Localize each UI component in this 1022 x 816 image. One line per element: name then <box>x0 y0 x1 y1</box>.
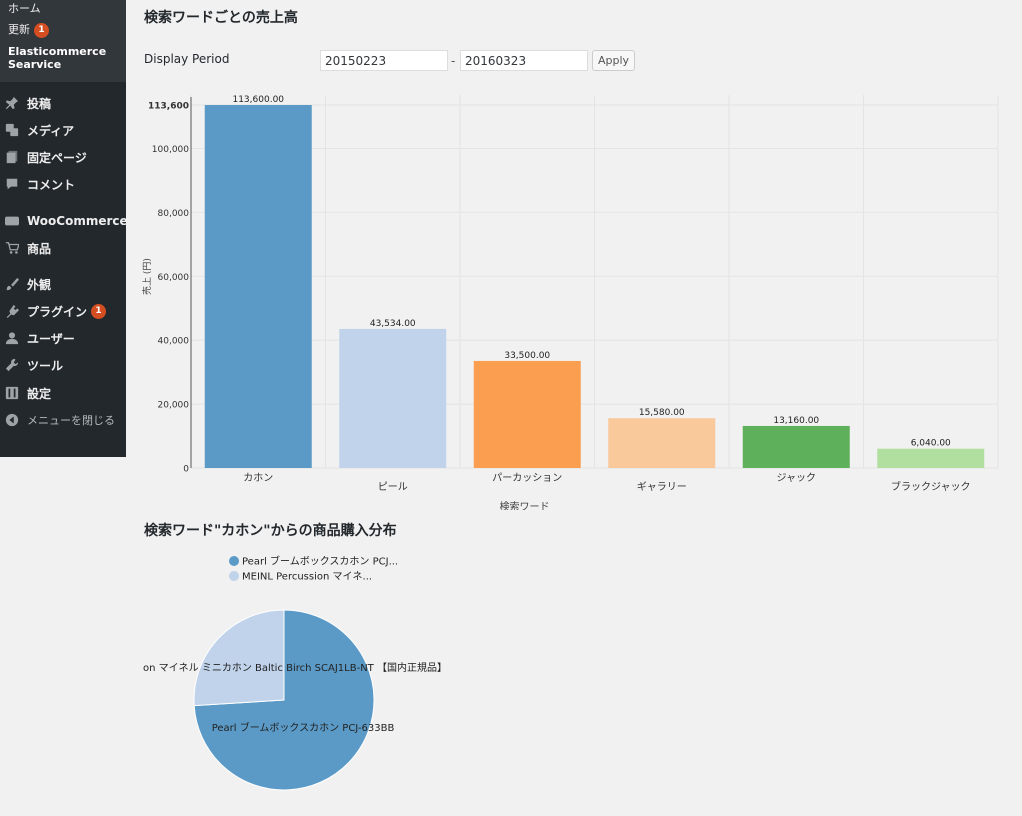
plugin-menu-title[interactable]: Elasticommerce Searvice <box>8 45 123 71</box>
apply-button[interactable]: Apply <box>592 50 635 71</box>
user-icon <box>5 331 19 345</box>
pie-slice-label: Pearl ブームボックスカホン PCJ-633BB <box>212 721 395 734</box>
x-tick-label: ピール <box>378 481 408 493</box>
legend-swatch <box>229 571 239 581</box>
collapse-icon <box>5 413 19 427</box>
y-tick-label: 20,000 <box>158 401 190 411</box>
sales-bar-chart: 0 20,000 40,000 60,000 80,000 100,000 113,600 1… <box>141 95 999 510</box>
sidebar-item-media[interactable]: メディア <box>0 119 126 141</box>
pie-slice-label: on マイネル ミニカホン Baltic Birch SCAJ1LB-NT 【国… <box>143 661 447 674</box>
collapse-menu-button[interactable]: メニューを閉じる <box>0 409 126 431</box>
bar-value-label: 43,534.00 <box>370 319 416 329</box>
plugin-update-badge: 1 <box>91 303 107 319</box>
y-axis-label: 売上 (円) <box>141 258 153 295</box>
bar-value-label: 15,580.00 <box>639 408 685 418</box>
bar-value-label: 6,040.00 <box>911 439 951 449</box>
bar <box>473 360 581 468</box>
x-tick-label: パーカッション <box>492 472 562 484</box>
bar <box>742 425 850 468</box>
legend-entry: MEINL Percussion マイネ... <box>242 571 372 583</box>
submenu-item-home[interactable]: ホーム <box>8 0 41 16</box>
bar <box>339 328 447 468</box>
sidebar-item-users[interactable]: ユーザー <box>0 327 126 349</box>
page-title: 検索ワードごとの売上高 <box>144 10 298 26</box>
x-tick-label: ブラックジャック <box>891 480 971 493</box>
bar <box>204 105 312 468</box>
x-tick-label: ギャラリー <box>637 481 687 493</box>
bar <box>877 448 985 468</box>
submenu-item-updates[interactable]: 更新 1 <box>8 21 49 38</box>
date-separator: - <box>451 54 456 68</box>
sidebar-item-products[interactable]: 商品 <box>0 237 126 259</box>
period-from-input[interactable] <box>320 50 448 71</box>
cart-icon <box>5 241 19 255</box>
y-tick-label: 0 <box>183 465 189 475</box>
legend-swatch <box>229 556 239 566</box>
pie-slice <box>193 609 285 707</box>
comment-icon <box>5 177 19 191</box>
sidebar-item-posts[interactable]: 投稿 <box>0 92 126 114</box>
page-icon <box>5 150 19 164</box>
x-tick-label: ジャック <box>777 472 817 484</box>
sidebar-item-settings[interactable]: 設定 <box>0 382 126 404</box>
y-tick-label: 80,000 <box>158 209 190 219</box>
pie-chart-title: 検索ワード"カホン"からの商品購入分布 <box>144 523 397 539</box>
y-tick-label: 100,000 <box>152 145 189 155</box>
plugin-icon <box>5 304 19 318</box>
x-tick-label: カホン <box>243 472 273 484</box>
sidebar-item-pages[interactable]: 固定ページ <box>0 146 126 168</box>
dashboard-submenu: ホーム 更新 1 Elasticommerce Searvice <box>0 0 126 82</box>
media-icon <box>5 123 19 137</box>
display-period-label: Display Period <box>144 52 230 66</box>
woo-icon <box>5 214 19 228</box>
settings-icon <box>5 386 19 400</box>
x-axis-label: 検索ワード <box>500 500 550 510</box>
y-tick-label: 60,000 <box>158 273 190 283</box>
bar-value-label: 113,600.00 <box>232 95 284 105</box>
admin-sidebar: ホーム 更新 1 Elasticommerce Searvice 投稿 メディア … <box>0 0 128 457</box>
purchase-distribution-pie-chart: Pearl ブームボックスカホン PCJ... MEINL Percussion … <box>143 555 447 791</box>
sidebar-item-plugins[interactable]: プラグイン 1 <box>0 300 126 322</box>
y-tick-label: 113,600 <box>148 102 189 112</box>
legend-entry: Pearl ブームボックスカホン PCJ... <box>242 555 398 568</box>
brush-icon <box>5 277 19 291</box>
sidebar-item-tools[interactable]: ツール <box>0 354 126 376</box>
period-to-input[interactable] <box>460 50 588 71</box>
bar-value-label: 13,160.00 <box>773 416 819 426</box>
update-count-badge: 1 <box>34 22 49 38</box>
sidebar-item-appearance[interactable]: 外観 <box>0 273 126 295</box>
sidebar-item-woocommerce[interactable]: WooCommerce <box>0 210 128 232</box>
bar <box>608 418 716 468</box>
y-tick-label: 40,000 <box>158 337 190 347</box>
bar-value-label: 33,500.00 <box>504 351 550 361</box>
sidebar-item-comments[interactable]: コメント <box>0 173 126 195</box>
wrench-icon <box>5 358 19 372</box>
pin-icon <box>5 96 19 110</box>
